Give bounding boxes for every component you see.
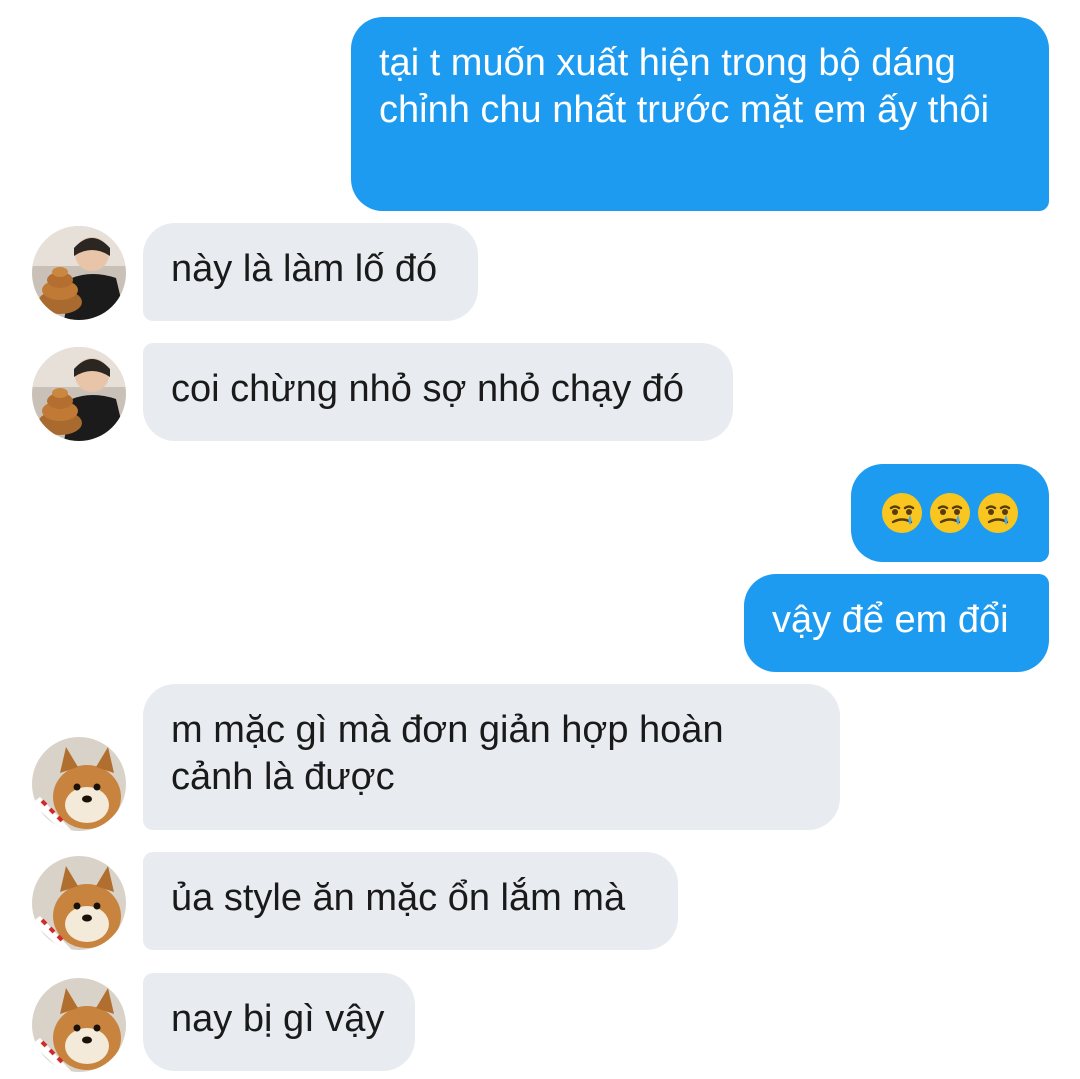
outgoing-message-bubble[interactable]: tại t muốn xuất hiện trong bộ dáng chỉnh… bbox=[351, 17, 1049, 211]
person-with-food-avatar-icon bbox=[32, 226, 126, 320]
face-holding-back-tears-icon bbox=[978, 492, 1018, 533]
face-holding-back-tears-icon bbox=[930, 492, 970, 533]
avatar-friend1[interactable] bbox=[32, 226, 126, 320]
message-text: nay bị gì vậy bbox=[171, 998, 385, 1040]
message-text: coi chừng nhỏ sợ nhỏ chạy đó bbox=[171, 368, 685, 410]
chat-thread: tại t muốn xuất hiện trong bộ dáng chỉnh… bbox=[0, 0, 1080, 1079]
incoming-message-bubble[interactable]: m mặc gì mà đơn giản hợp hoàn cảnh là đư… bbox=[143, 684, 840, 830]
message-text: này là làm lố đó bbox=[171, 248, 438, 290]
outgoing-message-bubble[interactable]: vậy để em đổi bbox=[744, 574, 1049, 672]
face-holding-back-tears-icon bbox=[882, 492, 922, 533]
shiba-dog-avatar-icon bbox=[32, 978, 126, 1072]
avatar-friend2[interactable] bbox=[32, 737, 126, 831]
incoming-message-bubble[interactable]: này là làm lố đó bbox=[143, 223, 478, 321]
emoji-row bbox=[877, 489, 1023, 536]
incoming-message-bubble[interactable]: coi chừng nhỏ sợ nhỏ chạy đó bbox=[143, 343, 733, 441]
avatar-friend2[interactable] bbox=[32, 856, 126, 950]
incoming-message-bubble[interactable]: ủa style ăn mặc ổn lắm mà bbox=[143, 852, 678, 950]
incoming-message-bubble[interactable]: nay bị gì vậy bbox=[143, 973, 415, 1071]
message-text: tại t muốn xuất hiện trong bộ dáng chỉnh… bbox=[379, 42, 990, 131]
message-text: vậy để em đổi bbox=[772, 599, 1009, 641]
outgoing-message-bubble[interactable] bbox=[851, 464, 1049, 562]
person-with-food-avatar-icon bbox=[32, 347, 126, 441]
avatar-friend1[interactable] bbox=[32, 347, 126, 441]
shiba-dog-avatar-icon bbox=[32, 737, 126, 831]
message-text: ủa style ăn mặc ổn lắm mà bbox=[171, 877, 626, 919]
avatar-friend2[interactable] bbox=[32, 978, 126, 1072]
message-text: m mặc gì mà đơn giản hợp hoàn cảnh là đư… bbox=[171, 709, 724, 798]
shiba-dog-avatar-icon bbox=[32, 856, 126, 950]
